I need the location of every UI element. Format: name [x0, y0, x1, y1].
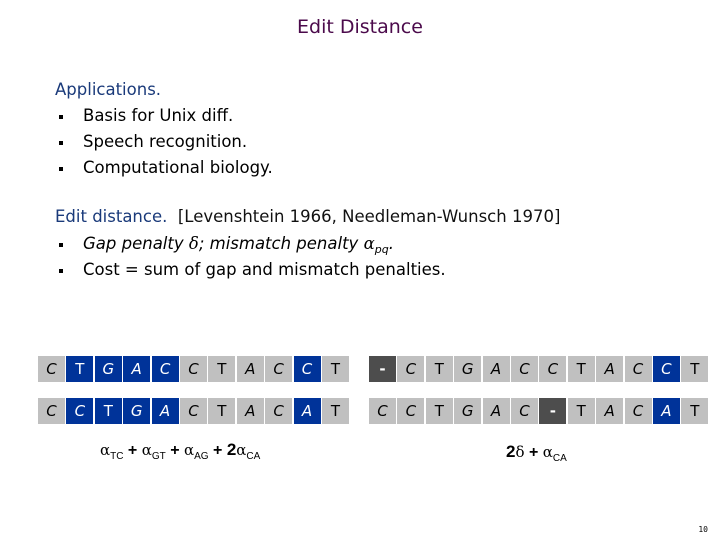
delta-symbol: δ: [515, 443, 525, 461]
page-number: 10: [698, 525, 708, 534]
sequence-cell-match: G: [454, 356, 482, 382]
list-item: Speech recognition.: [56, 129, 273, 155]
sequence-cell-match: T: [425, 356, 453, 382]
sequence-cell-mismatch: A: [123, 356, 151, 382]
sequence-cell-mismatch: C: [151, 356, 179, 382]
applications-list: Basis for Unix diff. Speech recognition.…: [56, 103, 273, 181]
sequence-cell-mismatch: G: [123, 398, 151, 424]
bullet-icon: [59, 243, 63, 247]
list-item: Basis for Unix diff.: [56, 103, 273, 129]
bullet-icon: [59, 141, 63, 145]
sequence-cell-gap: -: [369, 356, 396, 382]
subscript: CA: [552, 453, 567, 464]
sequence-cell-mismatch: C: [66, 398, 94, 424]
sequence-cell-match: C: [38, 356, 65, 382]
subscript: TC: [110, 451, 124, 462]
list-item: Computational biology.: [56, 155, 273, 181]
list-item: Cost = sum of gap and mismatch penalties…: [56, 257, 446, 283]
sequence-cell-match: T: [321, 398, 349, 424]
sequence-cell-match: A: [596, 356, 624, 382]
sequence-cell-mismatch: A: [151, 398, 179, 424]
sequence-cell-match: G: [454, 398, 482, 424]
sequence-cell-match: T: [425, 398, 453, 424]
delta-symbol: δ: [188, 234, 199, 253]
sequence-cell-match: C: [510, 356, 538, 382]
sequence-cell-mismatch: T: [94, 398, 122, 424]
subscript: AG: [194, 451, 209, 462]
sequence-cell-match: T: [208, 356, 236, 382]
sequence-cell-gap: -: [539, 398, 567, 424]
sequence-cell-match: C: [179, 398, 207, 424]
sequence-cell-mismatch: C: [652, 356, 680, 382]
sequence-cell-match: T: [681, 398, 709, 424]
plus-operator: +: [123, 442, 142, 459]
sequence-cell-match: C: [397, 398, 425, 424]
plus-operator: +: [208, 442, 227, 459]
sequence-cell-match: C: [369, 398, 396, 424]
list-item: Gap penalty δ; mismatch penalty αpq.: [56, 231, 446, 257]
alpha-symbol: α: [141, 441, 152, 459]
alpha-symbol: α: [363, 234, 375, 253]
alpha-symbol: α: [100, 441, 111, 459]
edit-distance-list: Gap penalty δ; mismatch penalty αpq. Cos…: [56, 231, 446, 283]
alignment-1-cost: αTC + αGT + αAG + 2αCA: [100, 440, 260, 462]
alpha-symbol: α: [236, 441, 247, 459]
sequence-cell-match: C: [265, 398, 293, 424]
sequence-cell-match: A: [596, 398, 624, 424]
sequence-cell-match: T: [567, 398, 595, 424]
subscript: GT: [151, 451, 166, 462]
alignment-2-bottom-sequence: CCTGAC-TACAT: [369, 398, 710, 424]
sequence-cell-mismatch: G: [94, 356, 122, 382]
alignment-1-bottom-sequence: CCTGACTACAT: [38, 398, 350, 424]
plus-operator: +: [165, 442, 184, 459]
alignment-1-top-sequence: CTGACCTACCT: [38, 356, 350, 382]
subscript: CA: [246, 451, 261, 462]
plus-operator: +: [524, 444, 543, 461]
sequence-cell-match: C: [38, 398, 65, 424]
sequence-cell-match: A: [482, 398, 510, 424]
applications-heading: Applications.: [55, 80, 162, 99]
alpha-symbol: α: [542, 443, 553, 461]
edit-distance-heading: Edit distance. [Levenshtein 1966, Needle…: [55, 207, 561, 226]
sequence-cell-mismatch: T: [66, 356, 94, 382]
sequence-cell-mismatch: C: [293, 356, 321, 382]
sequence-cell-match: C: [510, 398, 538, 424]
sequence-cell-match: C: [179, 356, 207, 382]
sequence-cell-mismatch: A: [652, 398, 680, 424]
sequence-cell-mismatch: A: [293, 398, 321, 424]
sequence-cell-match: A: [482, 356, 510, 382]
sequence-cell-match: A: [236, 356, 264, 382]
coefficient: 2: [226, 440, 237, 459]
sequence-cell-match: C: [397, 356, 425, 382]
sequence-cell-match: C: [624, 356, 652, 382]
sequence-cell-match: T: [681, 356, 709, 382]
citation: [Levenshtein 1966, Needleman-Wunsch 1970…: [177, 207, 561, 226]
alignment-2-cost: 2δ + αCA: [506, 442, 567, 464]
sequence-cell-match: T: [208, 398, 236, 424]
bullet-icon: [59, 167, 63, 171]
alpha-symbol: α: [183, 441, 195, 459]
sequence-cell-match: T: [567, 356, 595, 382]
sequence-cell-match: C: [539, 356, 567, 382]
slide-title: Edit Distance: [297, 16, 423, 38]
bullet-icon: [59, 269, 63, 273]
sequence-cell-match: C: [624, 398, 652, 424]
sequence-cell-match: T: [321, 356, 349, 382]
sequence-cell-match: A: [236, 398, 264, 424]
bullet-icon: [59, 115, 63, 119]
sequence-cell-match: C: [265, 356, 293, 382]
alignment-2-top-sequence: -CTGACCTACCT: [369, 356, 710, 382]
